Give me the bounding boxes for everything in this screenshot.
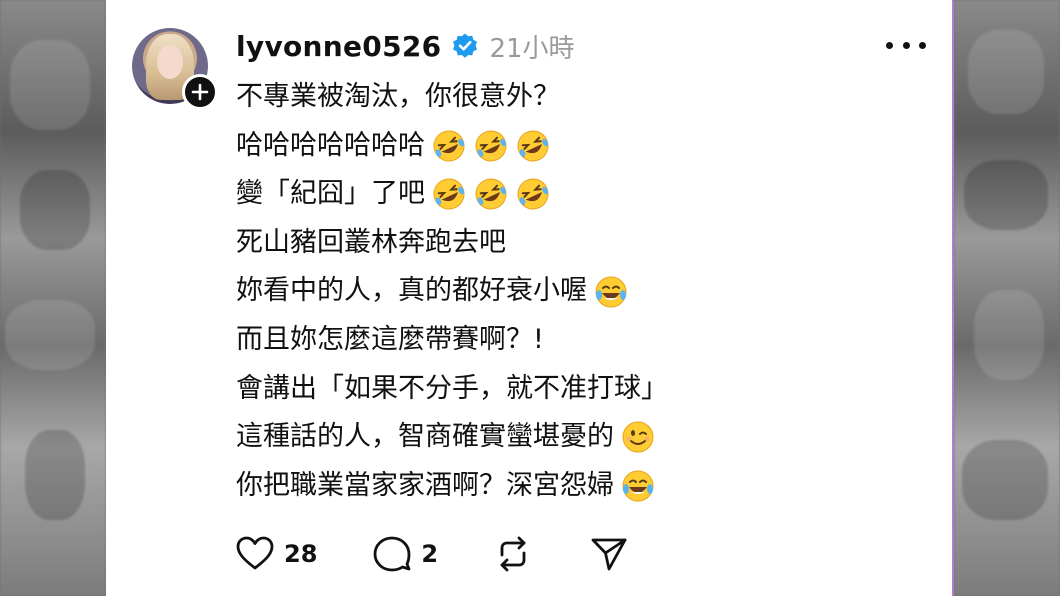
rofl-emoji [515,128,551,164]
comment-bubble-icon [374,536,411,572]
tears-of-joy-emoji [620,468,656,504]
post-text-line: 會講出「如果不分手，就不准打球」 [236,365,926,414]
rofl-emoji [473,176,509,212]
post-text: 不專業被淘汰，你很意外？ [236,81,560,112]
tears-of-joy-emoji [593,274,629,310]
threads-post-card: lyvonne0526 21小時 不專業被淘汰，你很意外？ 哈哈哈哈哈哈哈 變「紀囧… [106,0,952,596]
share-button[interactable] [588,533,630,575]
rofl-emoji [515,176,551,212]
repost-icon [500,536,526,572]
post-text: 你把職業當家家酒啊？深宮怨婦 [236,469,614,501]
panel-edge-divider [952,0,954,596]
more-options-button[interactable] [886,30,926,60]
post-text: 這種話的人，智商確實蠻堪憂的 [236,421,614,453]
rofl-emoji [431,128,467,164]
action-bar: 28 2 [234,532,684,576]
rofl-emoji [431,176,467,212]
post-text-line: 不專業被淘汰，你很意外？ [236,73,926,122]
more-options-icon [886,41,893,49]
like-count: 28 [284,540,318,568]
avatar[interactable] [132,28,218,112]
plus-icon [191,83,209,101]
blurred-background-left [0,0,106,596]
share-send-icon [591,538,627,571]
rofl-emoji [473,128,509,164]
verified-badge-icon [453,33,478,58]
post-text-line: 而且妳怎麼這麼帶賽啊？! [236,316,926,365]
heart-icon [236,536,274,570]
post-text: 死山豬回叢林奔跑去吧 [236,226,506,258]
post-text: 變「紀囧」了吧 [236,178,425,210]
post-text-line: 哈哈哈哈哈哈哈 [236,122,926,171]
post-text: 而且妳怎麼這麼帶賽啊？! [236,323,544,355]
post-text-line: 變「紀囧」了吧 [236,170,926,219]
winking-face-emoji [620,419,656,455]
post-timestamp[interactable]: 21小時 [489,28,574,65]
username-link[interactable]: lyvonne0526 [236,30,441,63]
post-text-line: 你把職業當家家酒啊？深宮怨婦 [236,462,926,511]
post-text: 哈哈哈哈哈哈哈 [236,129,425,161]
post-text-line: 妳看中的人，真的都好衰小喔 [236,267,926,316]
post-text-line: 死山豬回叢林奔跑去吧 [236,219,926,268]
post-text: 會講出「如果不分手，就不准打球」 [236,372,668,404]
post-text-line: 這種話的人，智商確實蠻堪憂的 [236,413,926,462]
comment-button[interactable]: 2 [371,533,438,575]
comment-count: 2 [421,540,439,568]
post-header: lyvonne0526 21小時 [236,26,575,66]
post-text: 妳看中的人，真的都好衰小喔 [236,275,587,307]
follow-button[interactable] [182,74,218,110]
like-button[interactable]: 28 [234,533,317,575]
post-body: 不專業被淘汰，你很意外？ 哈哈哈哈哈哈哈 變「紀囧」了吧死山豬回叢林奔跑去吧妳看中的… [236,73,926,510]
repost-button[interactable] [492,533,534,575]
blurred-background-right [954,0,1060,596]
